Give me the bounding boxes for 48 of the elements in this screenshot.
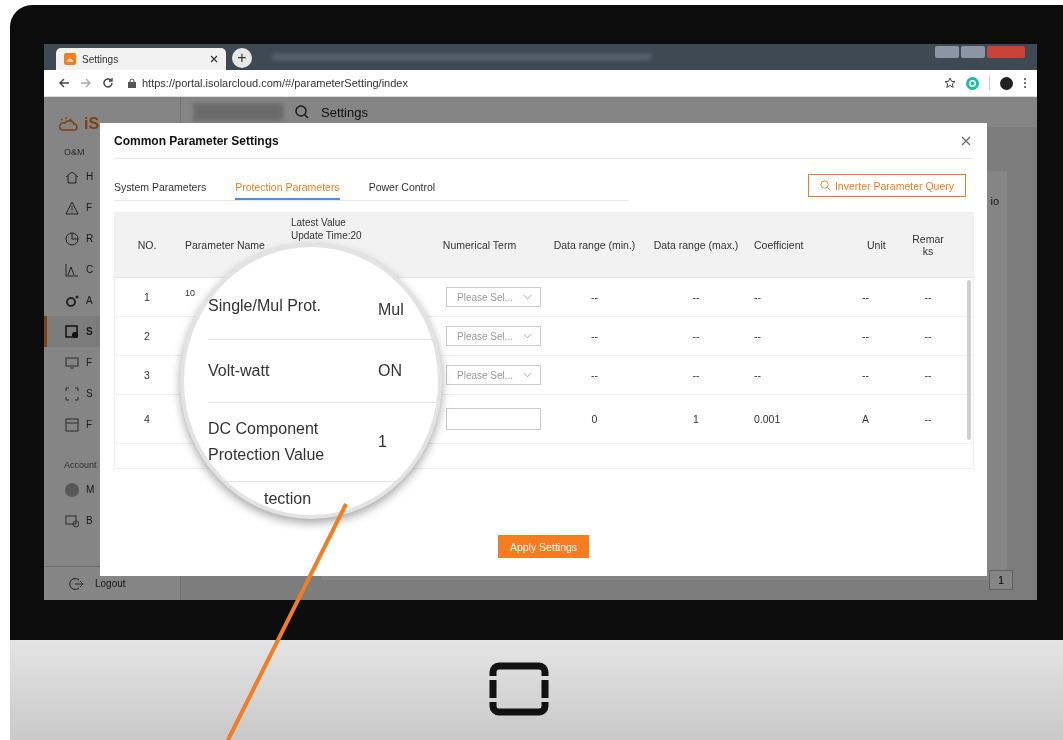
table-cell-text: -- [753, 369, 762, 381]
table-cell-text: -- [691, 291, 701, 303]
page-title: Settings [321, 104, 368, 120]
table-cell-text: -- [861, 369, 870, 381]
dialog-title: Common Parameter Settings [114, 133, 279, 148]
column-header: Remarks [911, 233, 945, 257]
magnified-text: Single/Mul Prot. [208, 296, 322, 316]
table-cell-text: 0 [590, 413, 599, 425]
magnified-text: DC Component Protection Value [208, 419, 326, 465]
table-cell-text: 10 [184, 287, 196, 298]
magnified-text: Volt-watt [208, 361, 271, 381]
table-cell-text: 4 [143, 413, 151, 425]
table-cell-text: -- [923, 330, 933, 342]
column-header: Numerical Term [441, 239, 518, 251]
table-cell-text: -- [590, 330, 599, 342]
table-cell-text: -- [691, 330, 701, 342]
table-cell-text: 3 [143, 369, 151, 381]
tab-title: Settings [82, 53, 120, 65]
table-cell-text: -- [923, 413, 933, 425]
column-header: Latest Value Update Time:20 [291, 216, 363, 242]
column-header: Data range (min.) [552, 239, 637, 251]
magnified-text: ON [378, 362, 402, 380]
table-cell-text: 1 [692, 413, 700, 425]
table-cell-text: -- [590, 291, 599, 303]
magnified-text: 1 [378, 433, 387, 451]
section-label: Account [63, 459, 97, 472]
table-cell-text: A [861, 413, 870, 425]
column-header: Data range (max.) [652, 239, 740, 251]
table-cell-text: -- [590, 369, 599, 381]
table-cell-text: 1 [143, 291, 151, 303]
table-cell-text: -- [691, 369, 701, 381]
column-header: Unit [866, 239, 887, 251]
table-cell-text: -- [753, 330, 762, 342]
logo-text: iS [84, 115, 100, 133]
column-header: io [990, 195, 999, 207]
section-label: O&M [63, 146, 85, 159]
magnified-text: tection [264, 489, 313, 509]
table-cell-text: 2 [143, 330, 151, 342]
table-cell-text: 0.001 [753, 413, 782, 425]
table-cell-text: -- [861, 330, 870, 342]
column-header: Coefficient [753, 239, 805, 251]
table-cell-text: -- [923, 369, 933, 381]
table-cell-text: -- [861, 291, 870, 303]
table-cell-text: -- [753, 291, 762, 303]
column-header: Parameter Name [184, 239, 266, 251]
column-header: NO. [136, 239, 158, 251]
table-cell-text: -- [923, 291, 933, 303]
magnified-text: Mul [378, 301, 404, 319]
